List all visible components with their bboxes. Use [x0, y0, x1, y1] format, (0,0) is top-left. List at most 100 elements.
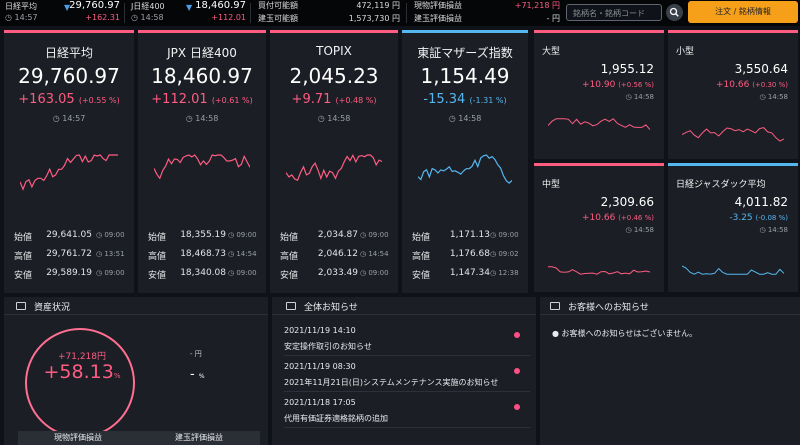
- ohlc-value: 1,147.34: [449, 268, 490, 278]
- divider: [250, 3, 251, 23]
- ohlc-row: 高値 29,761.72 ◷ 13:51: [14, 249, 130, 262]
- ohlc-value: 29,589.19: [46, 268, 92, 278]
- sub-index-card[interactable]: 中型 2,309.66 +10.66 (+0.46 %) ◷ 14:58: [534, 163, 664, 292]
- ohlc-row: 始値 18,355.19 ◷ 09:00: [148, 230, 262, 243]
- sparkline-chart: [286, 153, 382, 181]
- margin-percent-value: -: [190, 367, 195, 382]
- card-accent: [534, 163, 664, 166]
- ohlc-label: 安値: [14, 271, 33, 281]
- sub-index-card[interactable]: 日経ジャスダック平均 4,011.82 -3.25 (-0.08 %) ◷ 14…: [668, 163, 798, 292]
- order-button[interactable]: 注文 / 銘柄情報: [688, 1, 798, 23]
- ohlc-row: 高値 18,468.73 ◷ 14:54: [148, 249, 262, 262]
- index-value: 2,045.23: [289, 64, 379, 88]
- card-accent: [402, 30, 528, 33]
- message-icon: [550, 302, 560, 310]
- search-icon: [669, 7, 679, 17]
- margin-percent-unit: %: [198, 373, 205, 380]
- ohlc-label: 高値: [412, 252, 431, 262]
- sparkline-chart: [548, 266, 650, 275]
- ohlc-label: 高値: [14, 252, 33, 262]
- spot-pl-label: 現物評価損益: [414, 1, 462, 10]
- index-value: 29,760.97: [18, 64, 120, 88]
- search-button[interactable]: [666, 4, 683, 21]
- customer-news-header: お客様へのお知らせ: [540, 297, 800, 315]
- ohlc-label: 高値: [148, 252, 167, 262]
- index-time: ◷ 14:57: [52, 114, 86, 123]
- index-time: ◷ 14:58: [317, 114, 351, 123]
- index-change: -15.34 (-1.31 %): [423, 92, 507, 107]
- index-name: 日経平均: [44, 46, 93, 60]
- ohlc-row: 始値 1,171.13 ◷ 09:00: [412, 230, 524, 243]
- index-card[interactable]: JPX 日経400 18,460.97 +112.01 (+0.61 %) ◷ …: [138, 30, 266, 293]
- news-item[interactable]: 2021/11/18 17:05 代用有価証券適格銘柄の追加: [284, 393, 530, 428]
- ohlc-value: 2,034.87: [317, 230, 358, 240]
- search-input[interactable]: 銘柄名・銘柄コード: [566, 4, 662, 21]
- ohlc-row: 高値 2,046.12 ◷ 14:54: [280, 249, 394, 262]
- ohlc-row: 安値 2,033.49 ◷ 09:00: [280, 268, 394, 281]
- unread-dot-icon: [514, 368, 520, 374]
- sub-index-time: ◷ 14:58: [625, 93, 654, 101]
- ohlc-value: 29,761.72: [46, 249, 92, 259]
- news-date: 2021/11/19 08:30: [284, 362, 356, 371]
- index-change: +9.71 (+0.48 %): [291, 92, 377, 107]
- news-item[interactable]: 2021/11/19 14:10 安定操作取引のお知らせ: [284, 321, 530, 356]
- ohlc-time: ◷ 09:00: [360, 269, 389, 277]
- sub-index-value: 1,955.12: [600, 62, 654, 76]
- sparkline-chart: [682, 127, 784, 142]
- sub-index-time: ◷ 14:58: [759, 93, 788, 101]
- index-card[interactable]: TOPIX 2,045.23 +9.71 (+0.48 %) ◷ 14:58 始…: [270, 30, 398, 293]
- margin-pl-tab[interactable]: 建玉評価損益: [138, 431, 260, 445]
- customer-news-title: お客様へのお知らせ: [568, 303, 649, 313]
- ohlc-value: 1,176.68: [449, 249, 490, 259]
- assets-percent: +58.13%: [26, 361, 138, 383]
- sub-index-value: 3,550.64: [734, 62, 788, 76]
- unread-dot-icon: [514, 404, 520, 410]
- sparkline-chart: [154, 154, 250, 180]
- ohlc-value: 1,171.13: [449, 230, 490, 240]
- sparkline-chart: [682, 265, 784, 275]
- news-item[interactable]: 2021/11/19 08:30 2021年11月21日(日)システムメンテナン…: [284, 357, 530, 392]
- news-title-text: 代用有価証券適格銘柄の追加: [284, 414, 388, 423]
- mini-ticker-nikkei[interactable]: 日経平均 ▼ 29,760.97 ◷ 14:57 +162.31: [0, 0, 122, 25]
- ohlc-time: ◷ 09:00: [96, 269, 125, 277]
- sub-index-change: +10.66 (+0.46 %): [582, 213, 654, 223]
- mini-ticker-change: +162.31: [85, 13, 120, 22]
- index-change: +112.01 (+0.61 %): [151, 92, 253, 107]
- news-title: 全体お知らせ: [304, 303, 358, 313]
- search-placeholder: 銘柄名・銘柄コード: [573, 9, 645, 18]
- index-value: 18,460.97: [151, 64, 253, 88]
- margin-amount: - 円: [190, 350, 202, 358]
- index-card[interactable]: 東証マザーズ指数 1,154.49 -15.34 (-1.31 %) ◷ 14:…: [402, 30, 528, 293]
- card-accent: [138, 30, 266, 33]
- spot-pl-tab[interactable]: 現物評価損益: [18, 431, 138, 445]
- ohlc-row: 安値 1,147.34 ◷ 12:38: [412, 268, 524, 281]
- down-triangle-icon: ▼: [186, 3, 193, 12]
- divider: [406, 3, 407, 23]
- ohlc-row: 始値 29,641.05 ◷ 09:00: [14, 230, 130, 243]
- divider: [124, 3, 125, 23]
- ohlc-label: 安値: [280, 271, 299, 281]
- news-title-text: 安定操作取引のお知らせ: [284, 342, 372, 351]
- wallet-icon: [16, 302, 26, 310]
- sub-index-name: 大型: [542, 47, 561, 57]
- mini-ticker-jpx400[interactable]: J日経400 ▼ 18,460.97 ◷ 14:58 +112.01: [126, 0, 248, 25]
- customer-news-message-text: お客様へのお知らせはございません。: [561, 329, 698, 338]
- sparkline-chart: [548, 118, 650, 131]
- index-card[interactable]: 日経平均 29,760.97 +163.05 (+0.55 %) ◷ 14:57…: [4, 30, 134, 293]
- sub-index-card[interactable]: 大型 1,955.12 +10.90 (+0.56 %) ◷ 14:58: [534, 30, 664, 159]
- sub-index-name: 中型: [542, 180, 561, 190]
- ohlc-time: ◷ 13:51: [96, 250, 125, 258]
- message-icon: [286, 302, 296, 310]
- assets-percent-value: +58.13: [43, 361, 114, 383]
- mini-ticker-label: J日経400: [131, 2, 165, 11]
- ohlc-row: 高値 1,176.68 ◷ 09:02: [412, 249, 524, 262]
- index-name: TOPIX: [316, 44, 352, 58]
- news-panel-header: 全体お知らせ: [272, 297, 536, 315]
- margin-pl-label: 建玉評価損益: [414, 14, 462, 23]
- ohlc-time: ◷ 09:00: [360, 231, 389, 239]
- sub-index-card[interactable]: 小型 3,550.64 +10.66 (+0.30 %) ◷ 14:58: [668, 30, 798, 159]
- assets-percent-unit: %: [113, 372, 121, 380]
- margin-pl-value: - 円: [546, 14, 560, 23]
- mini-ticker-time: ◷ 14:58: [131, 13, 164, 22]
- ohlc-value: 18,340.08: [180, 268, 226, 278]
